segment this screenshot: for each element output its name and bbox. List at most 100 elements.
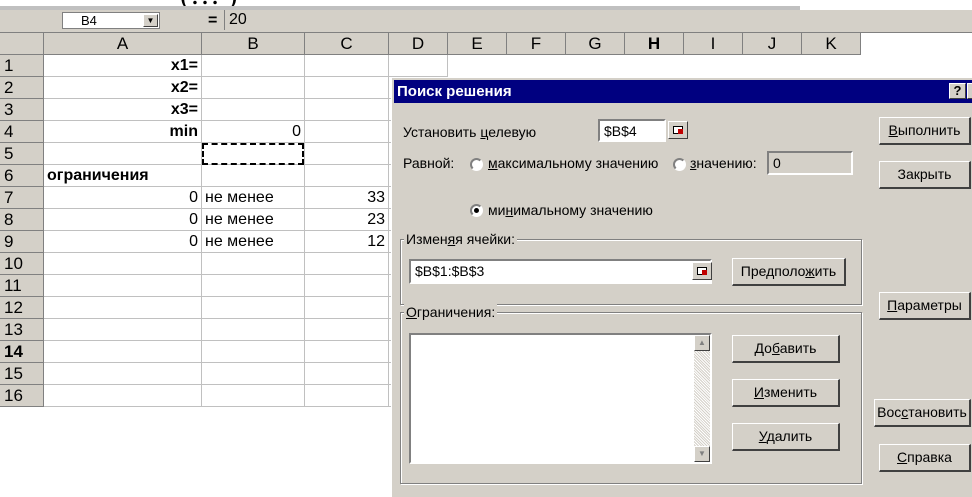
scroll-up-icon[interactable]: ▲	[694, 335, 710, 351]
radio-value[interactable]	[673, 158, 686, 171]
cell-a14[interactable]	[44, 341, 202, 363]
cell-c10[interactable]	[305, 253, 389, 275]
column-header-j[interactable]: J	[743, 33, 802, 55]
cell-a5[interactable]	[44, 143, 202, 165]
scroll-down-icon[interactable]: ▼	[694, 446, 710, 462]
cell-b12[interactable]	[202, 297, 305, 319]
cell-a6[interactable]: ограничения	[44, 165, 202, 187]
range-picker-icon[interactable]	[668, 121, 688, 139]
column-header-c[interactable]: C	[305, 33, 389, 55]
row-header-11[interactable]: 11	[0, 275, 44, 297]
cell-a16[interactable]	[44, 385, 202, 407]
cell-c13[interactable]	[305, 319, 389, 341]
cell-a13[interactable]	[44, 319, 202, 341]
row-header-1[interactable]: 1	[0, 55, 44, 77]
cell-b7[interactable]: не менее	[202, 187, 305, 209]
cell-a9[interactable]: 0	[44, 231, 202, 253]
cell-c6[interactable]	[305, 165, 389, 187]
cell-a11[interactable]	[44, 275, 202, 297]
row-header-12[interactable]: 12	[0, 297, 44, 319]
range-picker-icon[interactable]	[692, 262, 712, 280]
cell-c14[interactable]	[305, 341, 389, 363]
cell-b3[interactable]	[202, 99, 305, 121]
add-constraint-button[interactable]: Добавить	[732, 335, 840, 363]
select-all-corner[interactable]	[0, 33, 44, 55]
options-button[interactable]: Параметры	[879, 292, 971, 320]
column-header-b[interactable]: B	[202, 33, 305, 55]
guess-button[interactable]: Предположить	[732, 258, 846, 286]
cell-d1[interactable]	[389, 55, 448, 77]
constraints-scrollbar[interactable]: ▲ ▼	[694, 335, 710, 462]
chevron-down-icon[interactable]: ▼	[143, 14, 158, 27]
changing-cells-input[interactable]: $B$1:$B$3	[409, 259, 712, 284]
cell-a8[interactable]: 0	[44, 209, 202, 231]
cell-c3[interactable]	[305, 99, 389, 121]
row-header-2[interactable]: 2	[0, 77, 44, 99]
cell-b6[interactable]	[202, 165, 305, 187]
cell-a12[interactable]	[44, 297, 202, 319]
cell-b5[interactable]	[202, 143, 305, 165]
name-box[interactable]: B4 ▼	[62, 12, 160, 29]
row-header-9[interactable]: 9	[0, 231, 44, 253]
cell-b16[interactable]	[202, 385, 305, 407]
cell-c16[interactable]	[305, 385, 389, 407]
delete-constraint-button[interactable]: Удалить	[732, 423, 840, 451]
cell-b10[interactable]	[202, 253, 305, 275]
column-header-i[interactable]: I	[684, 33, 743, 55]
column-header-k[interactable]: K	[802, 33, 861, 55]
cell-b11[interactable]	[202, 275, 305, 297]
cell-b8[interactable]: не менее	[202, 209, 305, 231]
cell-a10[interactable]	[44, 253, 202, 275]
radio-max[interactable]	[470, 158, 483, 171]
help-button[interactable]: Справка	[879, 444, 971, 472]
column-header-a[interactable]: A	[44, 33, 202, 55]
row-header-3[interactable]: 3	[0, 99, 44, 121]
cell-c2[interactable]	[305, 77, 389, 99]
cell-c4[interactable]	[305, 121, 389, 143]
row-header-15[interactable]: 15	[0, 363, 44, 385]
cell-c15[interactable]	[305, 363, 389, 385]
column-header-f[interactable]: F	[507, 33, 566, 55]
column-header-d[interactable]: D	[389, 33, 448, 55]
cell-b15[interactable]	[202, 363, 305, 385]
reset-all-button[interactable]: Восстановить	[874, 399, 971, 427]
cell-c11[interactable]	[305, 275, 389, 297]
column-header-g[interactable]: G	[566, 33, 625, 55]
column-header-h[interactable]: H	[625, 33, 684, 55]
cell-c5[interactable]	[305, 143, 389, 165]
close-icon[interactable]: ×	[967, 83, 972, 99]
close-button[interactable]: Закрыть	[879, 161, 971, 189]
cell-c7[interactable]: 33	[305, 187, 389, 209]
cell-c9[interactable]: 12	[305, 231, 389, 253]
row-header-7[interactable]: 7	[0, 187, 44, 209]
cell-a4[interactable]: min	[44, 121, 202, 143]
cell-b1[interactable]	[202, 55, 305, 77]
row-header-6[interactable]: 6	[0, 165, 44, 187]
cell-a15[interactable]	[44, 363, 202, 385]
row-header-4[interactable]: 4	[0, 121, 44, 143]
row-header-8[interactable]: 8	[0, 209, 44, 231]
radio-min[interactable]	[470, 204, 483, 217]
cell-c12[interactable]	[305, 297, 389, 319]
cell-b14[interactable]	[202, 341, 305, 363]
target-value-input[interactable]: 0	[767, 151, 853, 175]
row-header-10[interactable]: 10	[0, 253, 44, 275]
target-cell-input[interactable]: $B$4	[598, 119, 666, 142]
cell-b4[interactable]: 0	[202, 121, 305, 143]
row-header-14[interactable]: 14	[0, 341, 44, 363]
cell-a2[interactable]: x2=	[44, 77, 202, 99]
cell-b13[interactable]	[202, 319, 305, 341]
help-icon[interactable]: ?	[949, 83, 966, 99]
cell-b9[interactable]: не менее	[202, 231, 305, 253]
cell-c8[interactable]: 23	[305, 209, 389, 231]
formula-input[interactable]: 20	[224, 10, 247, 30]
change-constraint-button[interactable]: Изменить	[732, 379, 840, 407]
row-header-16[interactable]: 16	[0, 385, 44, 407]
cell-a1[interactable]: x1=	[44, 55, 202, 77]
column-header-e[interactable]: E	[448, 33, 507, 55]
solve-button[interactable]: Выполнить	[879, 117, 971, 145]
row-header-13[interactable]: 13	[0, 319, 44, 341]
dialog-titlebar[interactable]: Поиск решения ? ×	[394, 80, 972, 103]
row-header-5[interactable]: 5	[0, 143, 44, 165]
constraints-list[interactable]: ▲ ▼	[409, 333, 712, 464]
